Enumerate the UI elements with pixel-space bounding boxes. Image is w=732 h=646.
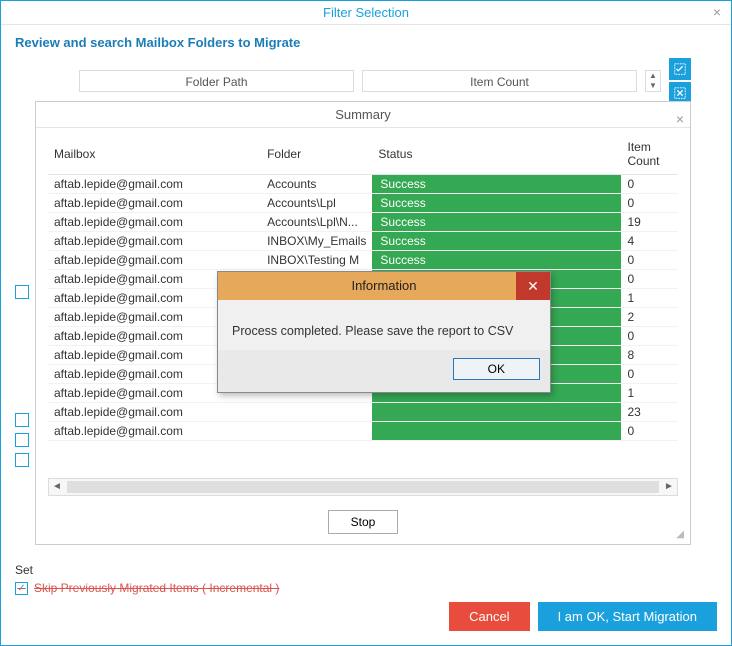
row-checkbox[interactable] [15, 433, 29, 447]
cell-folder [261, 403, 372, 422]
cell-count: 0 [621, 422, 678, 441]
table-row[interactable]: aftab.lepide@gmail.comAccounts\LplSucces… [48, 194, 678, 213]
settings-area: Set Skip Previously Migrated Items ( Inc… [15, 563, 717, 595]
cell-count: 1 [621, 289, 678, 308]
cell-count: 2 [621, 308, 678, 327]
cell-folder: INBOX\My_Emails [261, 232, 372, 251]
chevron-down-icon[interactable]: ▼ [646, 81, 660, 91]
window-title: Filter Selection [323, 5, 409, 20]
table-row[interactable]: aftab.lepide@gmail.comINBOX\Testing MSuc… [48, 251, 678, 270]
cell-count: 19 [621, 213, 678, 232]
dialog-titlebar: Information ✕ [218, 272, 550, 300]
cell-mailbox: aftab.lepide@gmail.com [48, 213, 261, 232]
close-icon[interactable]: × [676, 106, 684, 132]
cell-count: 23 [621, 403, 678, 422]
cell-folder: INBOX\Testing M [261, 251, 372, 270]
skip-option-row: Skip Previously Migrated Items ( Increme… [15, 581, 717, 595]
skip-checkbox[interactable] [15, 582, 28, 595]
chevron-up-icon[interactable]: ▲ [646, 71, 660, 81]
table-row[interactable]: aftab.lepide@gmail.com 23 [48, 403, 678, 422]
dialog-message: Process completed. Please save the repor… [218, 300, 550, 350]
cell-mailbox: aftab.lepide@gmail.com [48, 194, 261, 213]
cell-mailbox: aftab.lepide@gmail.com [48, 422, 261, 441]
cancel-button[interactable]: Cancel [449, 602, 529, 631]
page-subtitle: Review and search Mailbox Folders to Mig… [1, 25, 731, 58]
cell-mailbox: aftab.lepide@gmail.com [48, 251, 261, 270]
cell-count: 0 [621, 327, 678, 346]
dialog-title: Information [351, 278, 416, 293]
filter-col-folder-path[interactable]: Folder Path [79, 70, 354, 92]
cell-count: 4 [621, 232, 678, 251]
cell-status [372, 422, 621, 441]
cell-count: 0 [621, 175, 678, 194]
cell-count: 8 [621, 346, 678, 365]
skip-label: Skip Previously Migrated Items ( Increme… [34, 581, 279, 595]
cell-status: Success [372, 213, 621, 232]
col-header-status[interactable]: Status [372, 134, 621, 175]
cell-status [372, 403, 621, 422]
cell-count: 0 [621, 251, 678, 270]
dialog-footer: OK [218, 350, 550, 392]
table-row[interactable]: aftab.lepide@gmail.comINBOX\My_EmailsSuc… [48, 232, 678, 251]
cell-folder: Accounts\Lpl\N... [261, 213, 372, 232]
scroll-track[interactable] [67, 481, 659, 493]
table-row[interactable]: aftab.lepide@gmail.comAccounts\Lpl\N...S… [48, 213, 678, 232]
filter-header-row: Folder Path Item Count ▲ ▼ [1, 58, 731, 104]
close-icon[interactable]: ✕ [516, 272, 550, 300]
information-dialog: Information ✕ Process completed. Please … [217, 271, 551, 393]
close-icon[interactable]: × [709, 5, 725, 21]
select-all-button[interactable] [669, 58, 691, 80]
summary-footer: Stop ◢ [36, 504, 690, 544]
col-header-folder[interactable]: Folder [261, 134, 372, 175]
sort-spinner[interactable]: ▲ ▼ [645, 70, 661, 92]
table-row[interactable]: aftab.lepide@gmail.comAccountsSuccess0 [48, 175, 678, 194]
cell-count: 0 [621, 194, 678, 213]
filter-col-item-count[interactable]: Item Count [362, 70, 637, 92]
cell-mailbox: aftab.lepide@gmail.com [48, 232, 261, 251]
set-label: Set [15, 563, 717, 577]
start-migration-button[interactable]: I am OK, Start Migration [538, 602, 717, 631]
cell-folder: Accounts [261, 175, 372, 194]
window-titlebar: Filter Selection × [1, 1, 731, 25]
cell-status: Success [372, 232, 621, 251]
cell-status: Success [372, 175, 621, 194]
row-checkbox[interactable] [15, 285, 29, 299]
cell-folder: Accounts\Lpl [261, 194, 372, 213]
summary-titlebar: Summary × [36, 102, 690, 128]
cell-folder [261, 422, 372, 441]
resize-grip-icon[interactable]: ◢ [676, 529, 684, 540]
col-header-count[interactable]: Item Count [621, 134, 678, 175]
col-header-mailbox[interactable]: Mailbox [48, 134, 261, 175]
row-checkbox[interactable] [15, 413, 29, 427]
row-checkbox-group-b [15, 413, 31, 473]
horizontal-scrollbar[interactable]: ◄ ► [48, 478, 678, 496]
summary-title: Summary [335, 107, 391, 122]
cell-count: 0 [621, 270, 678, 289]
table-row[interactable]: aftab.lepide@gmail.com 0 [48, 422, 678, 441]
scroll-left-icon[interactable]: ◄ [49, 479, 65, 495]
footer-buttons: Cancel I am OK, Start Migration [449, 602, 717, 631]
row-checkbox-group-a [15, 285, 31, 305]
stop-button[interactable]: Stop [328, 510, 399, 534]
cell-mailbox: aftab.lepide@gmail.com [48, 403, 261, 422]
scroll-right-icon[interactable]: ► [661, 479, 677, 495]
cell-count: 1 [621, 384, 678, 403]
cell-status: Success [372, 251, 621, 270]
cell-count: 0 [621, 365, 678, 384]
row-checkbox[interactable] [15, 453, 29, 467]
cell-mailbox: aftab.lepide@gmail.com [48, 175, 261, 194]
cell-status: Success [372, 194, 621, 213]
ok-button[interactable]: OK [453, 358, 540, 380]
